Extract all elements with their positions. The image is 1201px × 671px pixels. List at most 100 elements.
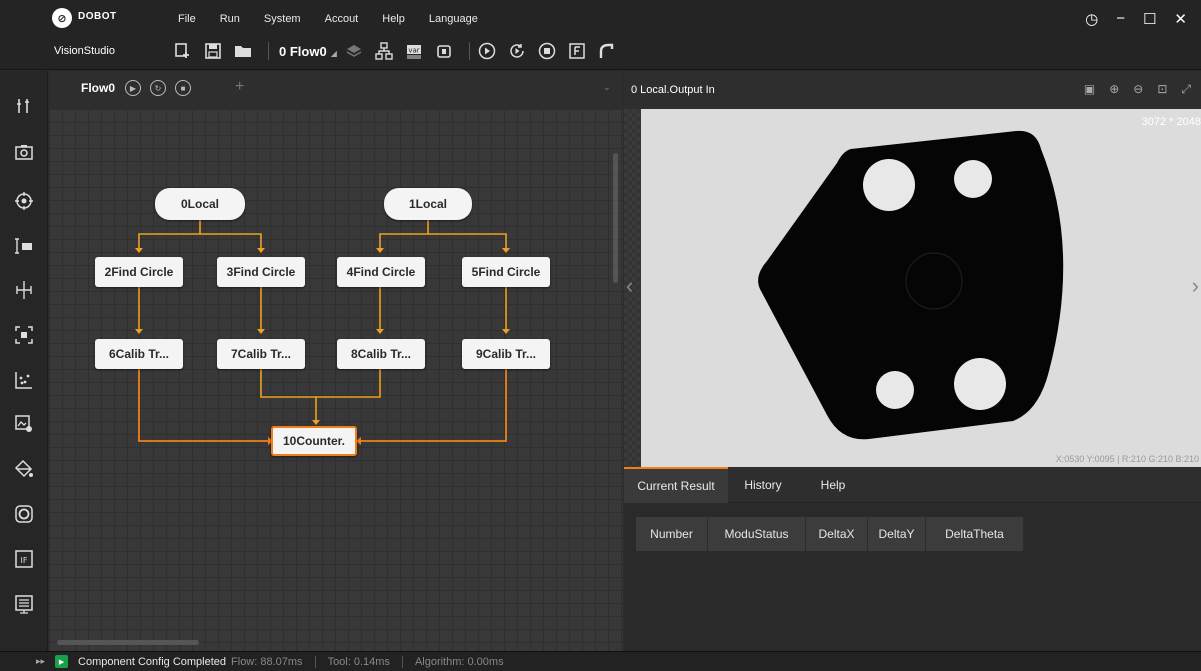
image-source-selector[interactable]: 0 Local.Output In bbox=[631, 84, 715, 96]
flow-node-6-calib-transform[interactable]: 6Calib Tr... bbox=[95, 339, 183, 369]
arrowhead bbox=[135, 329, 143, 334]
menu-account[interactable]: Accout bbox=[325, 13, 359, 25]
tools-icon[interactable] bbox=[13, 95, 35, 117]
column-delta-x[interactable]: DeltaX bbox=[806, 517, 868, 551]
menu-language[interactable]: Language bbox=[429, 13, 478, 25]
fill-icon[interactable] bbox=[13, 458, 35, 480]
zoom-out-icon[interactable]: ⊖ bbox=[1133, 82, 1143, 97]
flow-node-7-calib-transform[interactable]: 7Calib Tr... bbox=[217, 339, 305, 369]
flow-panel: Flow0 ▶ ↻ ■ + ⌄ 0Local 1Local 2Find Circ… bbox=[49, 71, 623, 651]
image-viewer[interactable]: ‹ › 3072 * 2048 X:0530 Y:0095 | R:210 G:… bbox=[624, 109, 1201, 467]
flow-node-9-calib-transform[interactable]: 9Calib Tr... bbox=[462, 339, 550, 369]
tab-history[interactable]: History bbox=[728, 467, 798, 503]
arrowhead bbox=[257, 329, 265, 334]
horizontal-scrollbar[interactable] bbox=[57, 640, 199, 645]
image-view-panel: 0 Local.Output In ▣ ⊕ ⊖ ⊡ ⤢ ‹ › 3072 * 2… bbox=[624, 71, 1201, 651]
scatter-icon[interactable] bbox=[13, 369, 35, 391]
flow-node-4-find-circle[interactable]: 4Find Circle bbox=[337, 257, 425, 287]
product-name: VisionStudio bbox=[54, 45, 115, 57]
column-modu-status[interactable]: ModuStatus bbox=[708, 517, 806, 551]
align-icon[interactable] bbox=[13, 279, 35, 301]
previous-image-icon[interactable]: ‹ bbox=[626, 273, 633, 299]
fullscreen-icon[interactable]: ⤢ bbox=[1181, 82, 1191, 97]
flow-node-1-local[interactable]: 1Local bbox=[384, 188, 472, 220]
device-icon[interactable] bbox=[433, 40, 455, 62]
chevron-down-icon[interactable]: ⌄ bbox=[603, 82, 611, 93]
if-icon[interactable]: IF bbox=[13, 548, 35, 570]
menu-help[interactable]: Help bbox=[382, 13, 405, 25]
image-settings-icon[interactable] bbox=[13, 413, 35, 435]
measure-icon[interactable] bbox=[13, 235, 35, 257]
menu-bar: File Run System Accout Help Language bbox=[178, 13, 502, 25]
fit-view-icon[interactable]: ▣ bbox=[1084, 82, 1095, 97]
flow-node-3-find-circle[interactable]: 3Find Circle bbox=[217, 257, 305, 287]
flow-node-8-calib-transform[interactable]: 8Calib Tr... bbox=[337, 339, 425, 369]
wire bbox=[428, 233, 507, 252]
add-flow-icon[interactable]: + bbox=[235, 78, 244, 96]
menu-file[interactable]: File bbox=[178, 13, 196, 25]
focus-icon[interactable] bbox=[13, 324, 35, 346]
tab-flow0[interactable]: Flow0 bbox=[81, 81, 115, 95]
menu-run[interactable]: Run bbox=[220, 13, 240, 25]
settings-icon[interactable]: ◷ bbox=[1085, 10, 1098, 28]
run-loop-icon[interactable] bbox=[506, 40, 528, 62]
open-folder-icon[interactable] bbox=[232, 40, 254, 62]
main-toolbar: 0 Flow0 ◢ var bbox=[172, 38, 626, 64]
hole-circle bbox=[954, 160, 992, 198]
result-table-header: Number ModuStatus DeltaX DeltaY DeltaThe… bbox=[636, 517, 1024, 551]
tab-help[interactable]: Help bbox=[798, 467, 868, 503]
play-status-icon: ▶ bbox=[55, 655, 69, 668]
toolbar-divider bbox=[468, 42, 470, 60]
flow-connections bbox=[135, 219, 510, 445]
ring-icon[interactable] bbox=[13, 503, 35, 525]
stop-icon[interactable] bbox=[536, 40, 558, 62]
vertical-scrollbar[interactable] bbox=[613, 153, 618, 283]
tab-current-result[interactable]: Current Result bbox=[624, 467, 728, 503]
actual-size-icon[interactable]: ⊡ bbox=[1157, 82, 1167, 97]
flow-canvas[interactable]: 0Local 1Local 2Find Circle 3Find Circle … bbox=[49, 109, 623, 651]
minimize-icon[interactable]: − bbox=[1116, 10, 1125, 28]
camera-icon[interactable] bbox=[13, 141, 35, 163]
column-delta-y[interactable]: DeltaY bbox=[868, 517, 926, 551]
flow-node-0-local[interactable]: 0Local bbox=[155, 188, 245, 220]
wire bbox=[138, 219, 201, 252]
window-controls: ◷ − ☐ ✕ bbox=[1085, 10, 1187, 28]
flow-selector-value: 0 Flow0 bbox=[279, 43, 327, 59]
maximize-icon[interactable]: ☐ bbox=[1143, 10, 1156, 28]
add-module-icon[interactable] bbox=[172, 40, 194, 62]
stop-flow-icon[interactable]: ■ bbox=[175, 80, 191, 96]
next-image-icon[interactable]: › bbox=[1192, 273, 1199, 299]
menu-system[interactable]: System bbox=[264, 13, 301, 25]
hole-circle bbox=[876, 371, 914, 409]
target-icon[interactable] bbox=[13, 190, 35, 212]
expand-icon[interactable]: ▸▸ bbox=[36, 656, 45, 667]
flow-selector[interactable]: 0 Flow0 ◢ bbox=[279, 44, 337, 59]
wire bbox=[379, 219, 429, 252]
result-tab-bar: Current Result History Help bbox=[624, 467, 1201, 503]
script-icon[interactable] bbox=[566, 40, 588, 62]
loop-flow-icon[interactable]: ↻ bbox=[150, 80, 166, 96]
close-icon[interactable]: ✕ bbox=[1174, 10, 1187, 28]
variable-icon[interactable]: var bbox=[403, 40, 425, 62]
run-flow-icon[interactable]: ▶ bbox=[125, 80, 141, 96]
arrowhead bbox=[312, 420, 320, 425]
column-delta-theta[interactable]: DeltaTheta bbox=[926, 517, 1024, 551]
column-number[interactable]: Number bbox=[636, 517, 708, 551]
list-icon[interactable] bbox=[13, 593, 35, 615]
save-icon[interactable] bbox=[202, 40, 224, 62]
zoom-in-icon[interactable]: ⊕ bbox=[1109, 82, 1119, 97]
flow-node-10-counter[interactable]: 10Counter. bbox=[271, 426, 357, 456]
tool-rail: IF bbox=[0, 71, 48, 651]
arm-icon[interactable] bbox=[596, 40, 618, 62]
caret-down-icon: ◢ bbox=[330, 48, 337, 58]
flow-tab-bar: Flow0 ▶ ↻ ■ + ⌄ bbox=[49, 71, 623, 109]
run-once-icon[interactable] bbox=[476, 40, 498, 62]
arrowhead bbox=[257, 248, 265, 253]
status-message: Component Config Completed bbox=[78, 655, 227, 668]
brand-name: DOBOT bbox=[78, 11, 117, 22]
flow-node-5-find-circle[interactable]: 5Find Circle bbox=[462, 257, 550, 287]
flow-node-2-find-circle[interactable]: 2Find Circle bbox=[95, 257, 183, 287]
network-icon[interactable] bbox=[373, 40, 395, 62]
layers-icon[interactable] bbox=[343, 40, 365, 62]
svg-text:IF: IF bbox=[21, 556, 28, 565]
